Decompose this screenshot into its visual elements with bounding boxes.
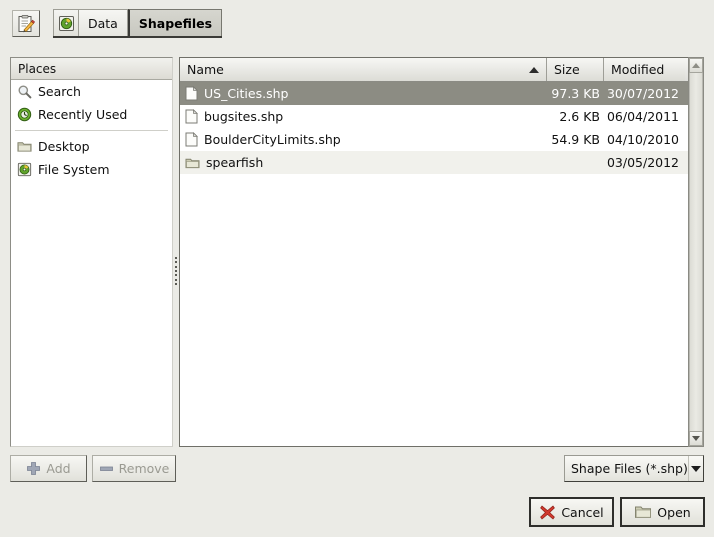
folder-open-icon (634, 504, 652, 520)
table-row[interactable]: spearfish 03/05/2012 (180, 151, 703, 174)
place-item-file-system-label: File System (38, 162, 110, 177)
search-icon (17, 84, 32, 99)
file-list-rows: US_Cities.shp 97.3 KB 30/07/2012 bugsite… (180, 82, 703, 446)
places-header: Places (11, 58, 172, 80)
column-header-modified-label: Modified (611, 62, 664, 77)
tab-shapefiles[interactable]: Shapefiles (128, 9, 222, 36)
tab-strip: Data Shapefiles (53, 9, 222, 38)
dropdown-arrow-box[interactable] (688, 456, 703, 481)
file-name-label: US_Cities.shp (204, 86, 288, 101)
file-modified-cell: 04/10/2010 (604, 132, 685, 147)
hard-disk-icon (17, 162, 32, 177)
place-item-search-label: Search (38, 84, 81, 99)
add-button-label: Add (46, 461, 70, 476)
column-header-name-label: Name (187, 62, 224, 77)
recent-clock-icon (17, 107, 32, 122)
tab-data-label: Data (88, 16, 118, 31)
places-separator (15, 130, 168, 131)
cancel-x-icon (539, 504, 556, 521)
file-type-filter-value: Shape Files (*.shp) (565, 461, 688, 476)
grip-dot (175, 266, 177, 268)
grip-dot (175, 261, 177, 263)
scrollbar-trough[interactable] (689, 73, 703, 431)
column-header-name[interactable]: Name (180, 58, 547, 81)
places-pane: Places Search Recently Used Desktop (10, 57, 173, 447)
column-header-size[interactable]: Size (547, 58, 604, 81)
file-modified-cell: 30/07/2012 (604, 86, 685, 101)
file-name-label: spearfish (206, 155, 263, 170)
edit-attributes-button[interactable] (12, 10, 40, 37)
place-item-desktop[interactable]: Desktop (11, 135, 172, 158)
open-button[interactable]: Open (620, 497, 705, 527)
places-header-label: Places (18, 62, 56, 76)
minus-icon (99, 461, 114, 476)
file-modified-cell: 03/05/2012 (604, 155, 685, 170)
tab-shapefiles-label: Shapefiles (139, 16, 212, 31)
document-icon (185, 109, 198, 124)
sort-ascending-arrow-icon (529, 67, 539, 73)
place-item-file-system[interactable]: File System (11, 158, 172, 181)
grip-dot (175, 274, 177, 276)
cancel-button-label: Cancel (561, 505, 603, 520)
chevron-down-icon (692, 436, 700, 441)
remove-button-label: Remove (119, 461, 170, 476)
file-size-cell: 2.6 KB (547, 109, 604, 124)
document-icon (185, 86, 198, 101)
place-item-desktop-label: Desktop (38, 139, 90, 154)
chevron-up-icon (692, 63, 700, 68)
file-list-header: Name Size Modified (180, 58, 703, 82)
scroll-down-button[interactable] (689, 431, 703, 446)
table-row[interactable]: BoulderCityLimits.shp 54.9 KB 04/10/2010 (180, 128, 703, 151)
column-header-modified[interactable]: Modified (604, 58, 685, 81)
place-item-recently-used[interactable]: Recently Used (11, 103, 172, 126)
folder-icon (185, 156, 200, 170)
file-list-vertical-scrollbar[interactable] (688, 57, 704, 447)
grip-dot (175, 279, 177, 281)
open-button-label: Open (657, 505, 690, 520)
folder-icon (17, 139, 32, 154)
column-header-size-label: Size (554, 62, 580, 77)
toolbar: Data Shapefiles (0, 0, 714, 45)
file-modified-cell: 06/04/2011 (604, 109, 685, 124)
place-item-recently-used-label: Recently Used (38, 107, 127, 122)
green-disk-icon (58, 15, 75, 32)
document-icon (185, 132, 198, 147)
table-row[interactable]: US_Cities.shp 97.3 KB 30/07/2012 (180, 82, 703, 105)
grip-dot (175, 270, 177, 272)
grip-dot (175, 283, 177, 285)
file-name-label: bugsites.shp (204, 109, 283, 124)
file-name-cell: spearfish (180, 155, 547, 170)
file-name-label: BoulderCityLimits.shp (204, 132, 341, 147)
notepad-pencil-icon (16, 14, 36, 34)
remove-button[interactable]: Remove (92, 455, 176, 482)
tab-icon-button[interactable] (53, 9, 79, 36)
chevron-down-icon (691, 466, 701, 472)
file-list-pane: Name Size Modified US_Cities.shp 97.3 KB… (179, 57, 704, 447)
file-size-cell: 97.3 KB (547, 86, 604, 101)
file-name-cell: US_Cities.shp (180, 86, 547, 101)
table-row[interactable]: bugsites.shp 2.6 KB 06/04/2011 (180, 105, 703, 128)
scroll-up-button[interactable] (689, 58, 703, 73)
add-button[interactable]: Add (10, 455, 87, 482)
place-item-search[interactable]: Search (11, 80, 172, 103)
tab-data[interactable]: Data (79, 9, 128, 36)
file-name-cell: BoulderCityLimits.shp (180, 132, 547, 147)
file-type-filter-dropdown[interactable]: Shape Files (*.shp) (564, 455, 704, 482)
cancel-button[interactable]: Cancel (529, 497, 614, 527)
file-name-cell: bugsites.shp (180, 109, 547, 124)
plus-icon (26, 461, 41, 476)
file-size-cell: 54.9 KB (547, 132, 604, 147)
grip-dot (175, 257, 177, 259)
